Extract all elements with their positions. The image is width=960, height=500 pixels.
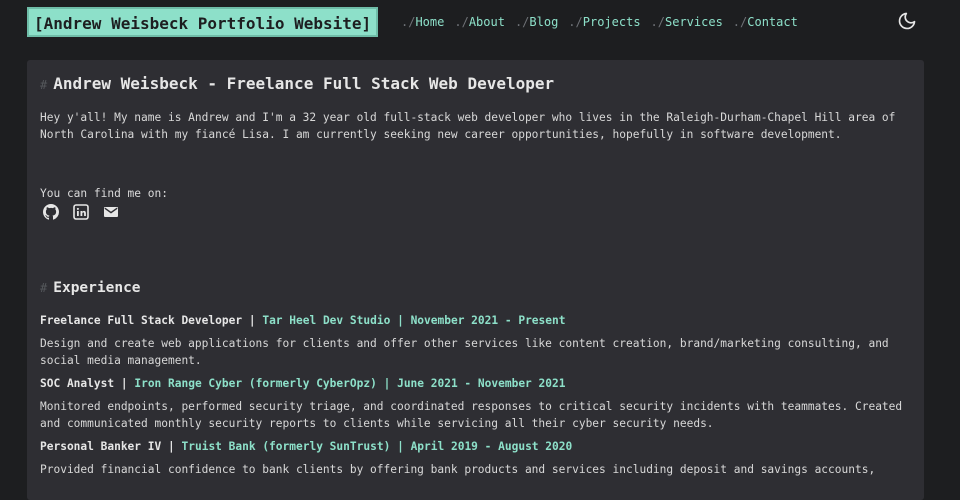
nav-label: Home [415, 15, 445, 29]
nav-label: Services [665, 15, 723, 29]
separator: | [248, 314, 256, 327]
separator: | [397, 440, 404, 453]
separator: | [168, 440, 175, 453]
mail-icon [104, 207, 118, 217]
nav-prefix: ./ [454, 15, 469, 29]
job-dates: April 2019 - August 2020 [410, 440, 573, 453]
job-company: Tar Heel Dev Studio [262, 314, 391, 327]
heading-anchor[interactable]: # [40, 78, 47, 92]
linkedin-link[interactable] [73, 204, 89, 220]
job-role: SOC Analyst [40, 377, 115, 390]
linkedin-icon [73, 204, 89, 220]
job-role: Personal Banker IV [40, 440, 162, 453]
nav-projects[interactable]: ./Projects [568, 13, 640, 31]
nav-label: Contact [747, 15, 798, 29]
job-description: Monitored endpoints, performed security … [40, 400, 903, 430]
email-link[interactable] [103, 204, 119, 220]
job-dates: November 2021 - Present [410, 314, 566, 327]
profile-card: # Andrew Weisbeck - Freelance Full Stack … [27, 60, 924, 500]
find-me-label: You can find me on: [40, 187, 168, 200]
separator: | [383, 377, 391, 390]
page-title-text: Andrew Weisbeck - Freelance Full Stack W… [53, 74, 555, 93]
nav-prefix: ./ [568, 15, 583, 29]
job-role: Freelance Full Stack Developer [40, 314, 243, 327]
nav-blog[interactable]: ./Blog [515, 13, 558, 31]
heading-anchor[interactable]: # [40, 281, 47, 295]
nav-label: Projects [582, 15, 641, 29]
job-title-line: SOC Analyst | Iron Range Cyber (formerly… [40, 377, 565, 390]
page-title: # Andrew Weisbeck - Freelance Full Stack … [40, 74, 554, 93]
job-title-line: Personal Banker IV | Truist Bank (former… [40, 440, 572, 453]
nav-prefix: ./ [514, 15, 530, 29]
site-header: [Andrew Weisbeck Portfolio Website] ./Ho… [27, 7, 933, 37]
nav-about[interactable]: ./About [454, 13, 505, 31]
nav-services[interactable]: ./Services [651, 13, 723, 31]
job-title-line: Freelance Full Stack Developer | Tar Hee… [40, 314, 565, 327]
experience-heading-text: Experience [53, 280, 141, 296]
moon-icon [898, 12, 916, 30]
job-dates: June 2021 - November 2021 [397, 377, 566, 390]
intro-paragraph: Hey y'all! My name is Andrew and I'm a 3… [40, 111, 896, 141]
theme-toggle-button[interactable] [897, 11, 917, 31]
nav-prefix: ./ [650, 15, 665, 29]
nav-home[interactable]: ./Home [401, 13, 444, 31]
nav-prefix: ./ [732, 15, 748, 29]
experience-heading: # Experience [40, 280, 141, 296]
social-links [43, 204, 133, 220]
nav-label: About [468, 15, 505, 29]
github-link[interactable] [43, 204, 59, 220]
nav-prefix: ./ [401, 15, 416, 29]
nav-contact[interactable]: ./Contact [733, 13, 798, 31]
separator: | [397, 314, 404, 327]
main-nav: ./Home ./About ./Blog ./Projects ./Servi… [401, 13, 808, 31]
job-company: Iron Range Cyber (formerly CyberOpz) [134, 377, 377, 390]
site-logo[interactable]: [Andrew Weisbeck Portfolio Website] [27, 7, 379, 37]
job-company: Truist Bank (formerly SunTrust) [181, 440, 391, 453]
nav-label: Blog [529, 15, 559, 29]
job-description: Provided financial confidence to bank cl… [40, 463, 876, 476]
job-description: Design and create web applications for c… [40, 337, 889, 367]
github-icon [43, 204, 59, 220]
separator: | [120, 377, 128, 390]
